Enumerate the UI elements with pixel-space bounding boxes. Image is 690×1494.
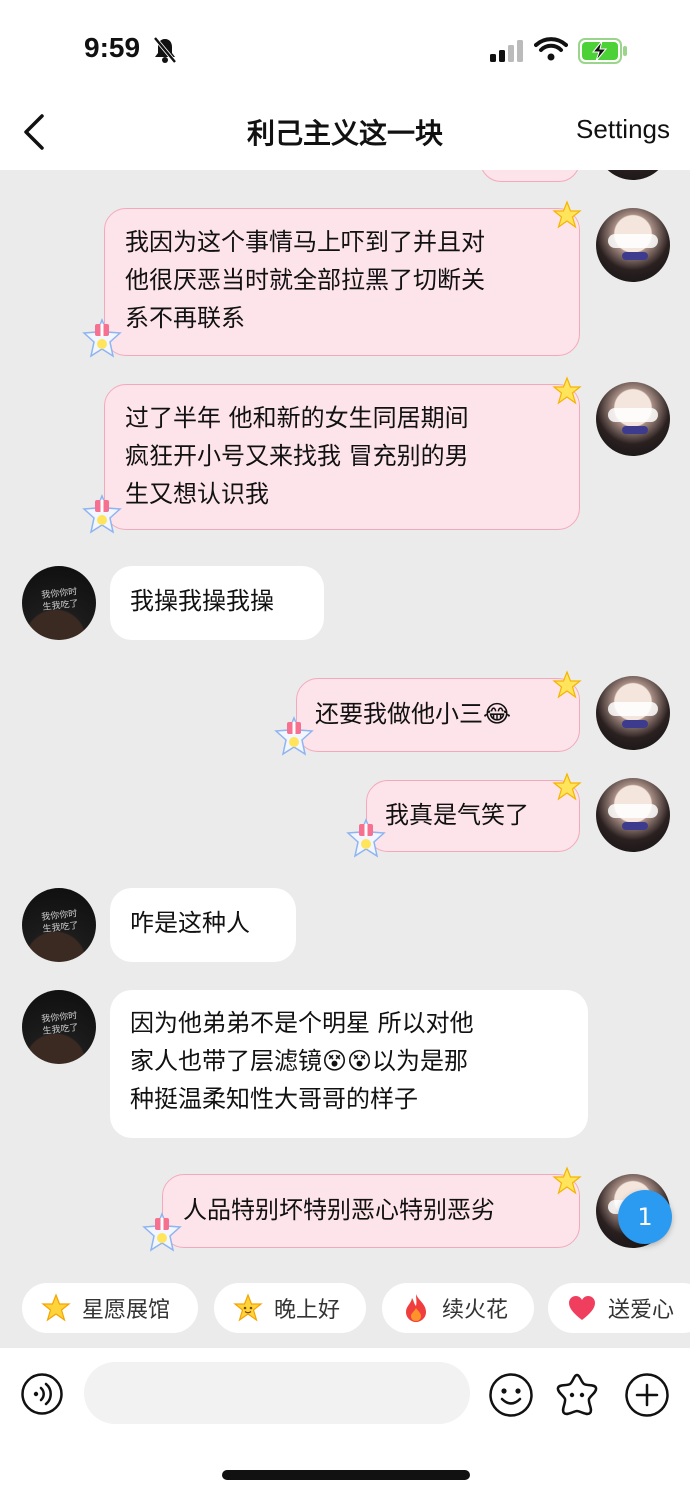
bubble-gift-decoration-icon xyxy=(142,1212,182,1252)
message-bubble[interactable]: 人品特别坏特别恶心特别恶劣 xyxy=(162,1174,580,1248)
avatar-self xyxy=(596,170,670,180)
avatar-self[interactable] xyxy=(596,778,670,852)
add-more-icon[interactable] xyxy=(624,1372,670,1418)
quick-action-star-gallery[interactable]: 星愿展馆 xyxy=(22,1283,198,1333)
message-bubble[interactable]: 咋是这种人 xyxy=(110,888,296,962)
battery-charging-icon xyxy=(578,38,627,64)
bubble-star-decoration-icon xyxy=(552,200,582,229)
message-text: 因为他弟弟不是个明星 所以对他 xyxy=(130,1009,474,1037)
dizzy-face-emoji: 😵😵 xyxy=(322,1047,373,1075)
quick-action-label: 送爱心 xyxy=(608,1298,675,1323)
avatar-scrawl-text: 生我吃了 xyxy=(42,599,80,613)
message-text: 我真是气笑了 xyxy=(385,801,529,829)
avatar-contact[interactable]: 我你你时 生我吃了 xyxy=(22,888,96,962)
avatar-self[interactable] xyxy=(596,382,670,456)
avatar-scrawl-text: 生我吃了 xyxy=(42,1023,80,1037)
bubble-star-decoration-icon xyxy=(552,376,582,405)
tears-of-joy-emoji: 😂 xyxy=(483,700,512,728)
heart-icon xyxy=(569,1296,595,1320)
message-text: 人品特别坏特别恶心特别恶劣 xyxy=(183,1196,495,1224)
message-bubble[interactable]: 还要我做他小三😂 xyxy=(296,678,580,752)
cellular-signal-icon xyxy=(490,40,523,62)
message-text: 还要我做他小三 xyxy=(315,700,483,728)
quick-action-bar: 星愿展馆 晚上好 续火花 送爱心 xyxy=(0,1280,690,1346)
message-text: 我操我操我操 xyxy=(130,587,274,615)
quick-action-good-evening[interactable]: 晚上好 xyxy=(214,1283,366,1333)
message-text: 以为是那 xyxy=(372,1047,469,1075)
bubble-star-decoration-icon xyxy=(552,772,582,801)
message-text: 种挺温柔知性大哥哥的样子 xyxy=(130,1085,418,1113)
avatar-contact[interactable]: 我你你时 生我吃了 xyxy=(22,990,96,1064)
bubble-gift-decoration-icon xyxy=(274,716,314,756)
emoji-icon[interactable] xyxy=(488,1372,534,1418)
wifi-icon xyxy=(534,37,568,61)
home-indicator xyxy=(222,1470,470,1480)
avatar-self[interactable] xyxy=(596,208,670,282)
status-time: 9:59 xyxy=(84,32,141,63)
bubble-star-decoration-icon xyxy=(552,670,582,699)
bubble-gift-decoration-icon xyxy=(346,818,386,858)
message-bubble-partial xyxy=(480,170,580,182)
message-bubble[interactable]: 我操我操我操 xyxy=(110,566,324,640)
bubble-gift-decoration-icon xyxy=(82,318,122,358)
message-bubble[interactable]: 我因为这个事情马上吓到了并且对 他很厌恶当时就全部拉黑了切断关 系不再联系 xyxy=(104,208,580,356)
bubble-star-decoration-icon xyxy=(552,1166,582,1195)
message-text: 疯狂开小号又来找我 冒充别的男 xyxy=(125,442,469,470)
quick-action-send-heart[interactable]: 送爱心 xyxy=(548,1283,690,1333)
sticker-star-icon[interactable] xyxy=(554,1372,600,1418)
message-text: 他很厌恶当时就全部拉黑了切断关 xyxy=(125,266,485,294)
chat-header: 利己主义这一块 Settings xyxy=(0,100,690,170)
avatar-self[interactable] xyxy=(596,676,670,750)
quick-action-continue-spark[interactable]: 续火花 xyxy=(382,1283,534,1333)
unread-count-badge[interactable]: 1 xyxy=(618,1190,672,1244)
star-smile-icon xyxy=(233,1293,263,1322)
settings-button[interactable]: Settings xyxy=(576,114,670,145)
quick-action-label: 星愿展馆 xyxy=(82,1298,171,1323)
message-text: 我因为这个事情马上吓到了并且对 xyxy=(125,228,485,256)
message-list[interactable]: 我因为这个事情马上吓到了并且对 他很厌恶当时就全部拉黑了切断关 系不再联系 过了… xyxy=(0,170,690,1280)
bell-muted-icon xyxy=(153,36,177,64)
message-text: 系不再联系 xyxy=(125,304,245,332)
avatar-contact[interactable]: 我你你时 生我吃了 xyxy=(22,566,96,640)
message-text: 生又想认识我 xyxy=(125,480,269,508)
avatar-scrawl-text: 生我吃了 xyxy=(42,921,80,935)
message-input-bar xyxy=(0,1348,690,1494)
message-bubble[interactable]: 因为他弟弟不是个明星 所以对他 家人也带了层滤镜😵😵以为是那 种挺温柔知性大哥哥… xyxy=(110,990,588,1138)
message-text: 咋是这种人 xyxy=(130,909,250,937)
status-bar: 9:59 xyxy=(0,0,690,100)
quick-action-label: 晚上好 xyxy=(274,1298,341,1323)
message-bubble[interactable]: 我真是气笑了 xyxy=(366,780,580,852)
message-input[interactable] xyxy=(84,1362,470,1424)
message-text: 家人也带了层滤镜 xyxy=(130,1047,322,1075)
quick-action-label: 续火花 xyxy=(442,1298,509,1323)
bubble-gift-decoration-icon xyxy=(82,494,122,534)
star-icon xyxy=(41,1293,71,1322)
message-text: 过了半年 他和新的女生同居期间 xyxy=(125,404,469,432)
message-bubble[interactable]: 过了半年 他和新的女生同居期间 疯狂开小号又来找我 冒充别的男 生又想认识我 xyxy=(104,384,580,530)
fire-icon xyxy=(406,1294,426,1322)
voice-input-icon[interactable] xyxy=(20,1372,64,1416)
